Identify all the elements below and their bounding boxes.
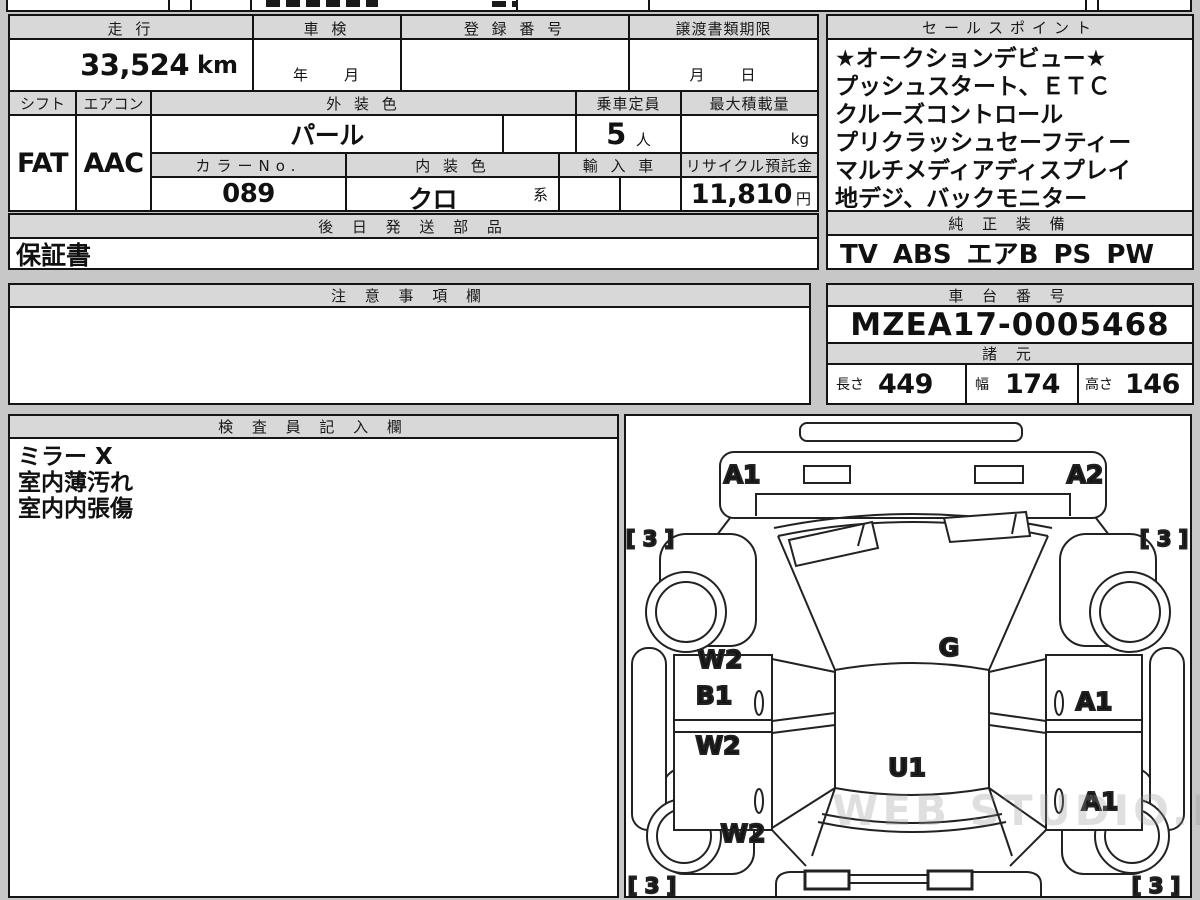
capacity-value: 5 (606, 117, 626, 151)
damage-label-rear-fender-left: W2 (721, 819, 766, 848)
spec-length-label: 長さ (836, 377, 864, 393)
spec-height-label: 高さ (1085, 377, 1113, 393)
damage-label-windshield: G (939, 633, 960, 662)
damage-label-front-tire-left: [ 3 ] (626, 527, 674, 551)
damage-label-rear-door-left: W2 (696, 731, 741, 760)
caution-notes-body (8, 306, 811, 405)
recycle-deposit-unit: 円 (795, 189, 811, 208)
chassis-number-value: MZEA17-0005468 (826, 305, 1194, 344)
import-car-header: 輸 入 車 (558, 152, 682, 178)
mileage-value-cell: 33,524 km (8, 38, 254, 92)
max-load-header: 最大積載量 (680, 90, 819, 116)
damage-label-front-door-left: B1 (696, 681, 732, 710)
later-shipping-value: 保証書 (16, 240, 92, 270)
inspector-note-line: 室内内張傷 (18, 496, 133, 522)
mileage-unit: km (197, 51, 238, 79)
inspector-note-line: ミラー X (18, 444, 113, 470)
recycle-deposit-value-cell: 11,810 円 (680, 176, 819, 212)
cropped-divider (648, 0, 650, 10)
cropped-divider (6, 0, 8, 10)
inspection-value-cell: 年 月 (252, 38, 402, 92)
cropped-divider (190, 0, 192, 10)
sales-point-line: ★オークションデビュー★ (835, 46, 1107, 72)
spec-height-value: 146 (1125, 368, 1180, 400)
interior-color-value: クロ (407, 185, 458, 214)
genuine-equipment-value: TV ABS エアB PS PW (840, 239, 1155, 270)
cropped-divider (168, 0, 170, 10)
sales-point-line: マルチメディアディスプレイ (835, 158, 1131, 184)
inspector-note-line: 室内薄汚れ (18, 470, 133, 496)
aircon-header: エアコン (75, 90, 152, 116)
car-top-view-diagram: A1 A2 [ 3 ] [ 3 ] G W2 B1 W2 U1 A1 A1 W2… (626, 422, 1189, 896)
damage-label-rear-door-right: A1 (1082, 787, 1119, 816)
recycle-deposit-value: 11,810 (690, 178, 793, 210)
interior-color-header: 内 装 色 (345, 152, 560, 178)
cropped-top-row (6, 0, 1192, 12)
cropped-text-fragment (492, 1, 518, 7)
shift-header: シフト (8, 90, 77, 116)
damage-label-front-right: A2 (1067, 460, 1104, 489)
import-car-value-cell (558, 176, 621, 212)
aircon-value: AAC (75, 114, 152, 212)
exterior-color-extra-cell (502, 114, 577, 154)
color-no-header: カラーNo. (150, 152, 347, 178)
inspector-notes-body: ミラー X 室内薄汚れ 室内内張傷 (8, 437, 619, 898)
sales-point-line: プリクラッシュセーフティー (835, 130, 1132, 156)
damage-label-front-door-right: A1 (1076, 687, 1113, 716)
exterior-color-header: 外 装 色 (150, 90, 577, 116)
interior-color-suffix: 系 (532, 186, 548, 204)
capacity-unit: 人 (635, 130, 651, 149)
spec-height-cell: 高さ 146 (1077, 363, 1194, 405)
chassis-number-header: 車 台 番 号 (826, 283, 1194, 307)
recycle-deposit-header: リサイクル預託金 (680, 152, 819, 178)
damage-label-front-door-left-top: W2 (698, 645, 743, 674)
capacity-value-cell: 5人 (575, 114, 682, 154)
shift-value: FAT (8, 114, 77, 212)
registration-value-cell (400, 38, 630, 92)
max-load-value-cell: kg (680, 114, 819, 154)
damage-label-front-left: A1 (724, 460, 761, 489)
spec-width-cell: 幅 174 (965, 363, 1079, 405)
cropped-divider (250, 0, 252, 10)
sales-points-body: ★オークションデビュー★ プッシュスタート、ＥＴＣ クルーズコントロール プリク… (826, 38, 1194, 212)
auction-sheet: 走 行 車 検 登 録 番 号 譲渡書類期限 33,524 km 年 月 月 日 … (0, 0, 1200, 900)
import-car-value-cell-2 (619, 176, 682, 212)
damage-label-front-tire-right: [ 3 ] (1140, 527, 1188, 551)
genuine-equipment-value-cell: TV ABS エアB PS PW (826, 234, 1194, 270)
sales-point-line: 地デジ、バックモニター (835, 186, 1088, 212)
color-no-value: 089 (150, 176, 347, 212)
cropped-text-fragment (266, 0, 378, 7)
mileage-value: 33,524 (80, 48, 190, 82)
later-shipping-value-cell: 保証書 (8, 237, 819, 270)
spec-length-cell: 長さ 449 (826, 363, 967, 405)
later-shipping-header: 後 日 発 送 部 品 (8, 213, 819, 239)
caution-notes-header: 注 意 事 項 欄 (8, 283, 811, 308)
spec-width-label: 幅 (975, 377, 989, 393)
sales-point-line: プッシュスタート、ＥＴＣ (835, 74, 1111, 100)
inspector-notes-header: 検 査 員 記 入 欄 (8, 414, 619, 439)
sales-point-line: クルーズコントロール (835, 102, 1064, 128)
sales-points-header: セールスポイント (826, 14, 1194, 40)
specs-header: 諸 元 (826, 342, 1194, 365)
cropped-divider (1190, 0, 1192, 10)
transfer-deadline-value-cell: 月 日 (628, 38, 819, 92)
damage-label-rear-tire-left: [ 3 ] (628, 874, 676, 896)
genuine-equipment-header: 純 正 装 備 (826, 210, 1194, 236)
capacity-header: 乗車定員 (575, 90, 682, 116)
interior-color-value-cell: クロ 系 (345, 176, 560, 214)
spec-length-value: 449 (878, 368, 933, 400)
damage-label-roof: U1 (888, 753, 926, 782)
max-load-unit: kg (790, 130, 809, 148)
cropped-divider (1097, 0, 1099, 10)
exterior-color-value: パール (150, 114, 504, 154)
spec-width-value: 174 (1005, 368, 1060, 400)
damage-label-rear-tire-right: [ 3 ] (1132, 874, 1180, 896)
cropped-divider (1085, 0, 1087, 10)
